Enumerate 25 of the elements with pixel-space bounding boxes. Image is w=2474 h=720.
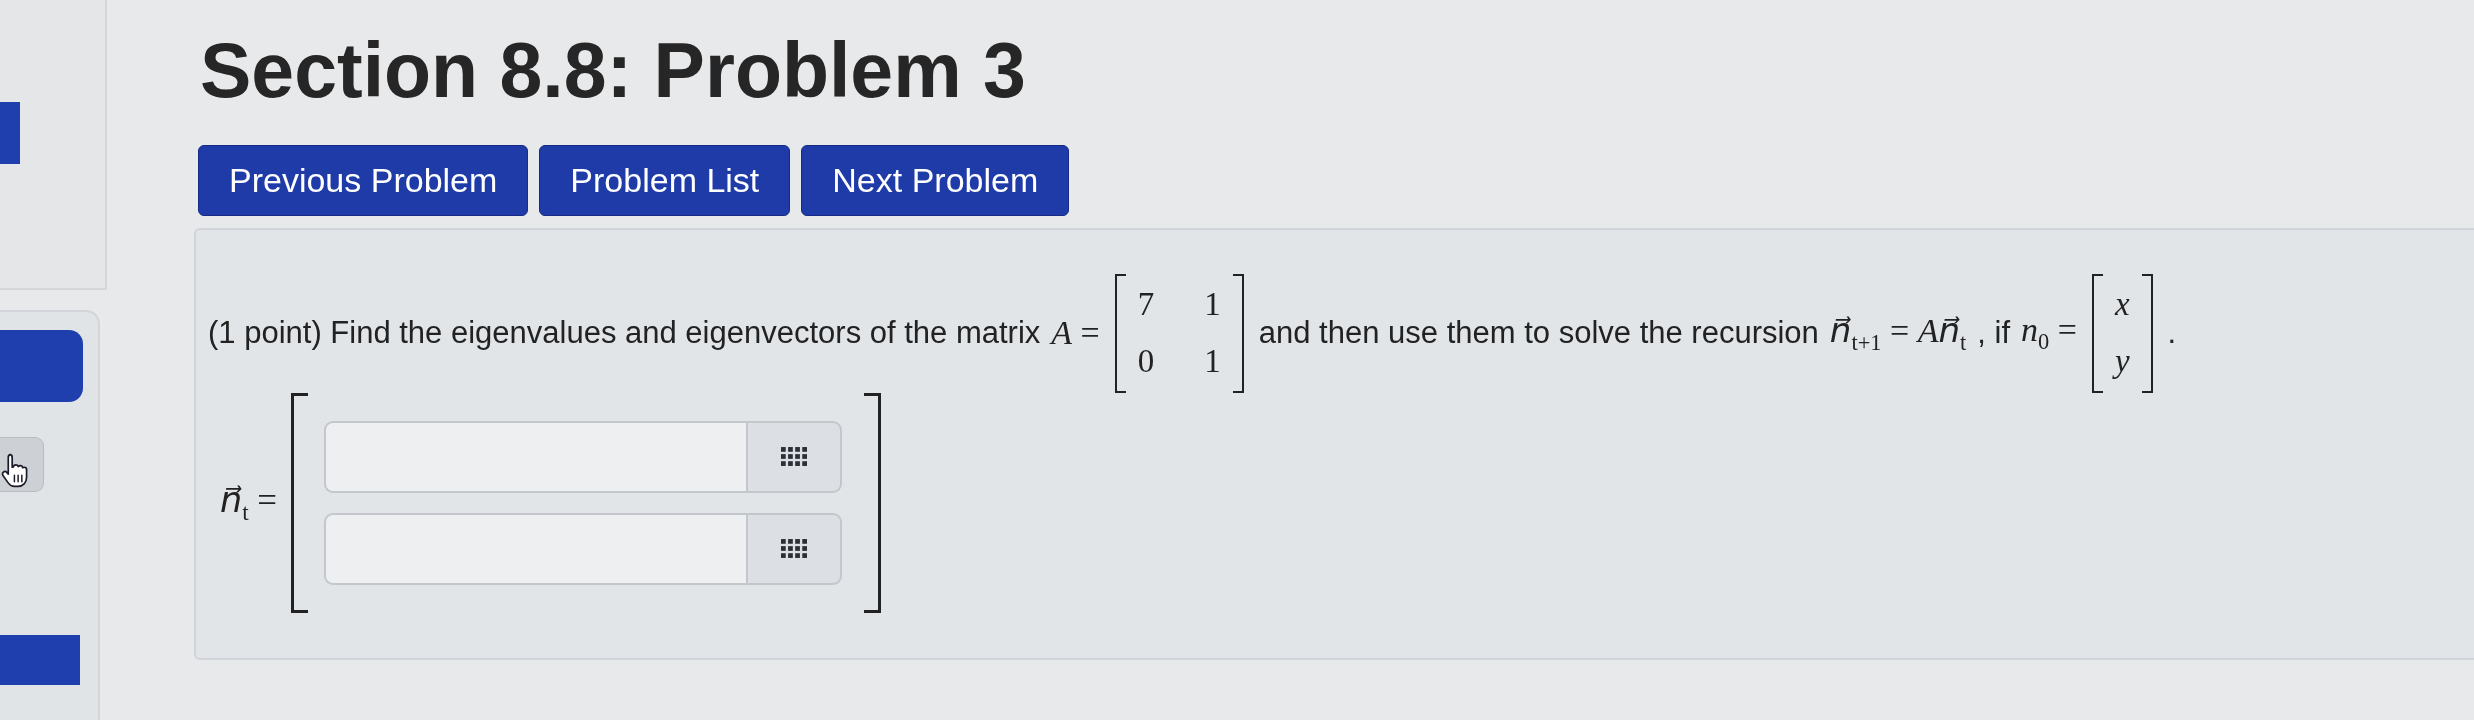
- matrix-entry: 7: [1137, 284, 1155, 324]
- matrix-entry: 1: [1204, 284, 1221, 324]
- nav-button[interactable]: Previous Problem: [198, 144, 529, 216]
- grid-icon: [781, 539, 808, 559]
- matrix-entry: y: [2114, 342, 2130, 382]
- math-expression: n$_{0}$ =: [2021, 311, 2077, 355]
- matrix-entry: 1: [1204, 342, 1221, 382]
- problem-text: (1 point) Find the eigenvalues and eigenvectors of the matrix: [208, 315, 1041, 352]
- answer-field[interactable]: [324, 512, 747, 585]
- nav-button[interactable]: Problem List: [539, 144, 791, 216]
- problem-text: , if: [1977, 315, 2010, 352]
- sidebar-tab[interactable]: [0, 102, 20, 164]
- problem-text: and then use them to solve the recursion: [1258, 315, 1819, 352]
- math-expression: n⃗$_{t+1}$ = An⃗$_{t}$: [1829, 311, 1967, 356]
- equation-editor-button[interactable]: [746, 420, 843, 493]
- grid-icon: [781, 447, 808, 467]
- matrix-entry: x: [2114, 284, 2130, 324]
- matrix-entry: 0: [1137, 342, 1155, 382]
- math-expression: n⃗$_{t}$ =: [220, 479, 278, 526]
- problem-text: .: [2167, 315, 2177, 352]
- nav-button[interactable]: Next Problem: [801, 144, 1070, 216]
- page-title: Section 8.8: Problem 3: [200, 26, 1027, 115]
- equation-editor-button[interactable]: [746, 512, 843, 585]
- answer-field[interactable]: [324, 420, 747, 493]
- math-expression: A =: [1051, 314, 1100, 353]
